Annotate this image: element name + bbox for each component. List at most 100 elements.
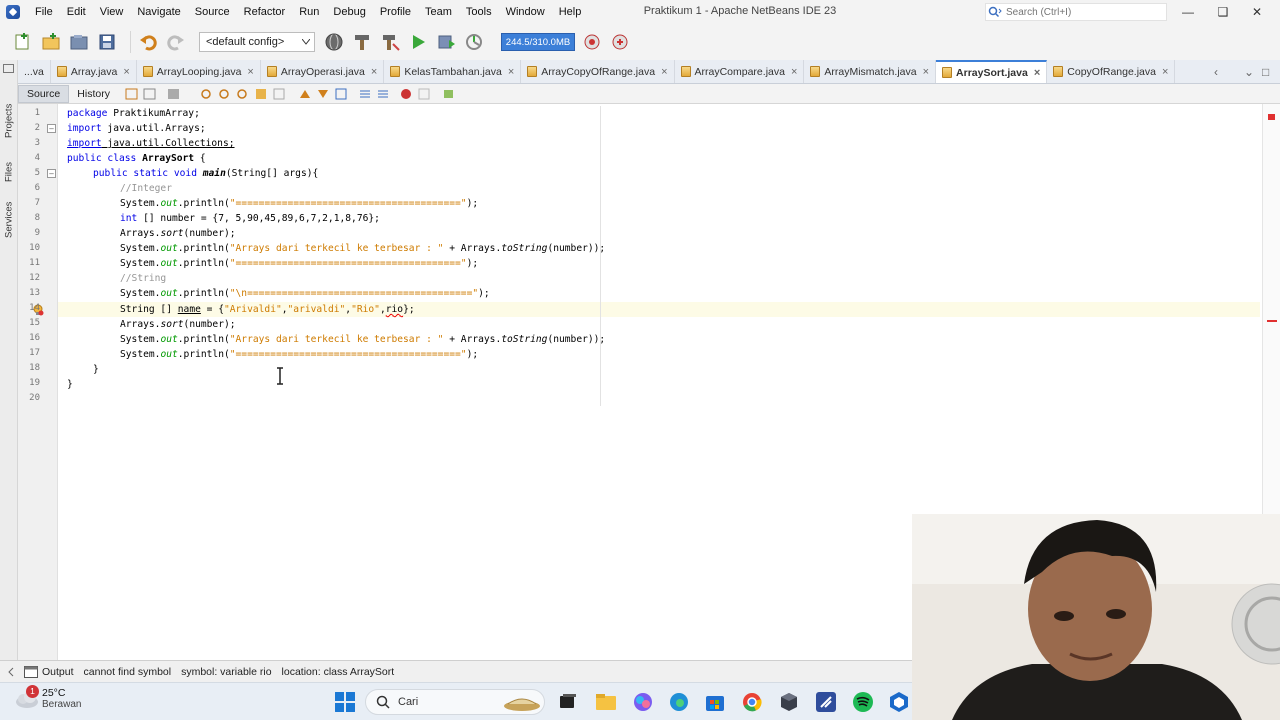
netbeans-taskbar-icon[interactable] [888, 691, 910, 713]
main-toolbar: <default config> 244.5/310.0MB [0, 24, 1280, 60]
menu-navigate[interactable]: Navigate [130, 0, 187, 24]
projects-tab[interactable]: Projects [1, 82, 17, 138]
search-icon [988, 6, 1002, 18]
line-number: 1 [34, 108, 40, 118]
close-tab-icon[interactable]: × [661, 66, 667, 78]
fold-toggle-icon[interactable]: – [47, 124, 56, 133]
close-tab-icon[interactable]: × [508, 66, 514, 78]
source-view-button[interactable]: Source [18, 84, 70, 103]
output-tab[interactable]: Output [42, 666, 74, 678]
menu-help[interactable]: Help [552, 0, 589, 24]
open-project-button[interactable] [68, 31, 90, 53]
temperature: 25°C [42, 687, 66, 699]
close-window-button[interactable]: ✕ [1234, 0, 1280, 24]
gc-pause-icon[interactable] [581, 31, 603, 53]
menu-view[interactable]: View [93, 0, 131, 24]
weather-condition: Berawan [42, 699, 82, 710]
tab-overflow[interactable]: ...va [18, 60, 51, 83]
search-icon [376, 695, 390, 709]
menu-tools[interactable]: Tools [459, 0, 499, 24]
close-tab-icon[interactable]: × [1162, 66, 1168, 78]
line-number: 17 [29, 348, 40, 358]
menu-team[interactable]: Team [418, 0, 459, 24]
menu-run[interactable]: Run [292, 0, 326, 24]
close-tab-icon[interactable]: × [123, 66, 129, 78]
tab-arraycompare-java[interactable]: ArrayCompare.java × [675, 60, 805, 83]
search-input[interactable] [1006, 6, 1156, 18]
clean-build-icon[interactable] [379, 31, 401, 53]
task-view-icon[interactable] [557, 691, 579, 713]
chrome-browser-icon[interactable] [741, 691, 763, 713]
close-tab-icon[interactable]: × [1034, 67, 1040, 79]
line-number: 11 [29, 258, 40, 268]
code-line-5: public static void main(String[] args){ [93, 168, 319, 179]
profile-project-icon[interactable] [463, 31, 485, 53]
tab-scroll-left-icon[interactable]: ‹ [1214, 60, 1218, 84]
new-project-button[interactable] [40, 31, 62, 53]
code-line-16: System.out.println("Arrays dari terkecil… [120, 334, 606, 345]
menu-file[interactable]: File [28, 0, 60, 24]
tab-copyofrange-java[interactable]: CopyOfRange.java × [1047, 60, 1176, 83]
chevron-down-icon [302, 39, 310, 45]
tab-arrayoperasi-java[interactable]: ArrayOperasi.java × [261, 60, 385, 83]
close-tab-icon[interactable]: × [923, 66, 929, 78]
close-tab-icon[interactable]: × [247, 66, 253, 78]
menu-profile[interactable]: Profile [373, 0, 418, 24]
java-file-icon [266, 66, 277, 77]
notification-badge: 1 [26, 685, 39, 698]
tab-arraysort-java[interactable]: ArraySort.java × [936, 60, 1048, 83]
menu-window[interactable]: Window [499, 0, 552, 24]
app-cube-icon[interactable] [778, 691, 800, 713]
menu-refactor[interactable]: Refactor [237, 0, 293, 24]
side-panel: Projects Files Services [0, 60, 18, 660]
files-tab[interactable]: Files [1, 142, 17, 182]
close-tab-icon[interactable]: × [791, 66, 797, 78]
restore-window-icon[interactable]: □ [1262, 60, 1269, 84]
tab-arraymismatch-java[interactable]: ArrayMismatch.java × [804, 60, 937, 83]
error-marker-icon[interactable] [1268, 114, 1275, 120]
menu-source[interactable]: Source [188, 0, 237, 24]
windows-start-icon[interactable] [334, 691, 356, 713]
copilot-icon[interactable] [632, 691, 654, 713]
globe-icon[interactable] [323, 31, 345, 53]
code-line-12: //String [120, 273, 167, 284]
tab-arraycopyofrange-java[interactable]: ArrayCopyOfRange.java × [521, 60, 675, 83]
editor-action-icons[interactable] [124, 87, 454, 101]
debug-project-icon[interactable] [435, 31, 457, 53]
config-value: <default config> [206, 36, 285, 48]
tab-arraylooping-java[interactable]: ArrayLooping.java × [137, 60, 261, 83]
error-line-marker[interactable] [1267, 320, 1277, 322]
save-all-button[interactable] [96, 31, 118, 53]
fold-toggle-icon[interactable]: – [47, 169, 56, 178]
close-tab-icon[interactable]: × [371, 66, 377, 78]
tab-kelastambahan-java[interactable]: KelasTambahan.java × [384, 60, 522, 83]
microsoft-store-icon[interactable] [704, 691, 726, 713]
memory-usage-indicator[interactable]: 244.5/310.0MB [501, 33, 575, 51]
collapse-chevron-icon[interactable] [6, 667, 16, 677]
vscode-icon[interactable] [815, 691, 837, 713]
tab-list-chevron-icon[interactable]: ⌄ [1244, 60, 1254, 84]
tab-array-java[interactable]: Array.java × [51, 60, 137, 83]
run-project-icon[interactable] [407, 31, 429, 53]
edge-browser-icon[interactable] [668, 691, 690, 713]
config-dropdown[interactable]: <default config> [199, 32, 315, 52]
code-line-1: package PraktikumArray; [67, 108, 200, 119]
gc-snapshot-icon[interactable] [609, 31, 631, 53]
services-tab[interactable]: Services [1, 186, 17, 238]
menu-edit[interactable]: Edit [60, 0, 93, 24]
new-file-button[interactable] [12, 31, 34, 53]
undo-button[interactable] [137, 31, 159, 53]
code-line-3: import java.util.Collections; [67, 138, 235, 149]
code-line-18: } [93, 364, 99, 375]
line-number: 16 [29, 333, 40, 343]
weather-widget[interactable]: 1 25°C Berawan [14, 685, 82, 710]
taskbar-search[interactable]: Cari [365, 689, 545, 715]
spotify-icon[interactable] [852, 691, 874, 713]
redo-button[interactable] [165, 31, 187, 53]
file-explorer-icon[interactable] [595, 691, 617, 713]
quick-search[interactable] [985, 3, 1167, 21]
history-view-button[interactable]: History [69, 85, 118, 103]
panel-window-icon[interactable] [3, 64, 14, 73]
build-hammer-icon[interactable] [351, 31, 373, 53]
menu-debug[interactable]: Debug [326, 0, 372, 24]
